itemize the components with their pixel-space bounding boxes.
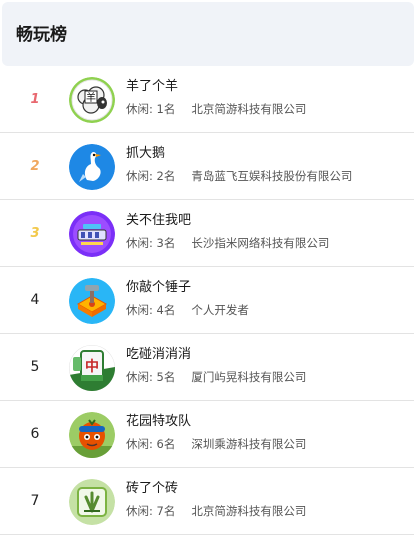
item-meta: 休闲: 3名 长沙指米网络科技有限公司 bbox=[126, 235, 329, 251]
rank-number: 7 bbox=[30, 493, 40, 509]
rank-number: 5 bbox=[30, 359, 40, 375]
item-meta: 休闲: 4名 个人开发者 bbox=[126, 302, 249, 318]
item-name[interactable]: 关不住我吧 bbox=[126, 212, 191, 230]
hammer-game-icon[interactable] bbox=[69, 278, 115, 324]
rank-medal-bronze: 3 bbox=[30, 225, 40, 241]
rank-medal-gold: 1 bbox=[30, 91, 40, 107]
header: 畅玩榜 bbox=[2, 2, 414, 66]
item-company: 个人开发者 bbox=[191, 303, 249, 317]
page-title: 畅玩榜 bbox=[16, 25, 67, 45]
item-status: 休闲: 7名 bbox=[126, 504, 176, 518]
svg-text:羊: 羊 bbox=[86, 91, 96, 104]
item-status: 休闲: 1名 bbox=[126, 102, 176, 116]
item-status: 休闲: 3名 bbox=[126, 236, 176, 250]
list-item[interactable]: 1 羊 羊了个羊 休闲: 1名 北京简游科技有限公司 bbox=[0, 66, 414, 133]
rank-number: 4 bbox=[30, 292, 40, 308]
item-name[interactable]: 砖了个砖 bbox=[126, 480, 178, 498]
escape-game-icon[interactable] bbox=[69, 211, 115, 257]
list-item[interactable]: 5 中 吃碰消消消 休闲: 5名 厦门屿晃科技有限公司 bbox=[0, 334, 414, 401]
item-name[interactable]: 羊了个羊 bbox=[126, 78, 178, 96]
sheep-game-icon[interactable]: 羊 bbox=[69, 77, 115, 123]
garden-game-icon[interactable] bbox=[69, 412, 115, 458]
item-name[interactable]: 抓大鹅 bbox=[126, 145, 165, 163]
item-name[interactable]: 你敲个锤子 bbox=[126, 279, 191, 297]
rank-medal-silver: 2 bbox=[30, 158, 40, 174]
svg-text:中: 中 bbox=[85, 358, 99, 375]
item-name[interactable]: 吃碰消消消 bbox=[126, 346, 191, 364]
item-company: 长沙指米网络科技有限公司 bbox=[191, 236, 330, 250]
item-company: 北京简游科技有限公司 bbox=[191, 504, 307, 518]
item-status: 休闲: 4名 bbox=[126, 303, 176, 317]
item-meta: 休闲: 7名 北京简游科技有限公司 bbox=[126, 503, 306, 519]
item-meta: 休闲: 2名 青岛蓝飞互娱科技股份有限公司 bbox=[126, 168, 352, 184]
item-company: 深圳乘游科技有限公司 bbox=[191, 437, 307, 451]
item-name[interactable]: 花园特攻队 bbox=[126, 413, 191, 431]
item-company: 北京简游科技有限公司 bbox=[191, 102, 307, 116]
goose-game-icon[interactable] bbox=[69, 144, 115, 190]
mahjong-game-icon[interactable]: 中 bbox=[69, 345, 115, 391]
ranking-list: 1 羊 羊了个羊 休闲: 1名 北京简游科技有限公司 2 抓大鹅 休闲: 2名 … bbox=[0, 66, 414, 535]
item-company: 青岛蓝飞互娱科技股份有限公司 bbox=[191, 169, 353, 183]
item-company: 厦门屿晃科技有限公司 bbox=[191, 370, 307, 384]
item-status: 休闲: 6名 bbox=[126, 437, 176, 451]
item-meta: 休闲: 1名 北京简游科技有限公司 bbox=[126, 101, 306, 117]
item-meta: 休闲: 6名 深圳乘游科技有限公司 bbox=[126, 436, 306, 452]
list-item[interactable]: 3 关不住我吧 休闲: 3名 长沙指米网络科技有限公司 bbox=[0, 200, 414, 267]
rank-number: 6 bbox=[30, 426, 40, 442]
list-item[interactable]: 6 花园特攻队 休闲: 6名 深圳乘游科技有限公司 bbox=[0, 401, 414, 468]
list-item[interactable]: 2 抓大鹅 休闲: 2名 青岛蓝飞互娱科技股份有限公司 bbox=[0, 133, 414, 200]
list-item[interactable]: 4 你敲个锤子 休闲: 4名 个人开发者 bbox=[0, 267, 414, 334]
item-status: 休闲: 5名 bbox=[126, 370, 176, 384]
tile-game-icon[interactable] bbox=[69, 479, 115, 525]
list-item[interactable]: 7 砖了个砖 休闲: 7名 北京简游科技有限公司 bbox=[0, 468, 414, 535]
item-status: 休闲: 2名 bbox=[126, 169, 176, 183]
item-meta: 休闲: 5名 厦门屿晃科技有限公司 bbox=[126, 369, 306, 385]
